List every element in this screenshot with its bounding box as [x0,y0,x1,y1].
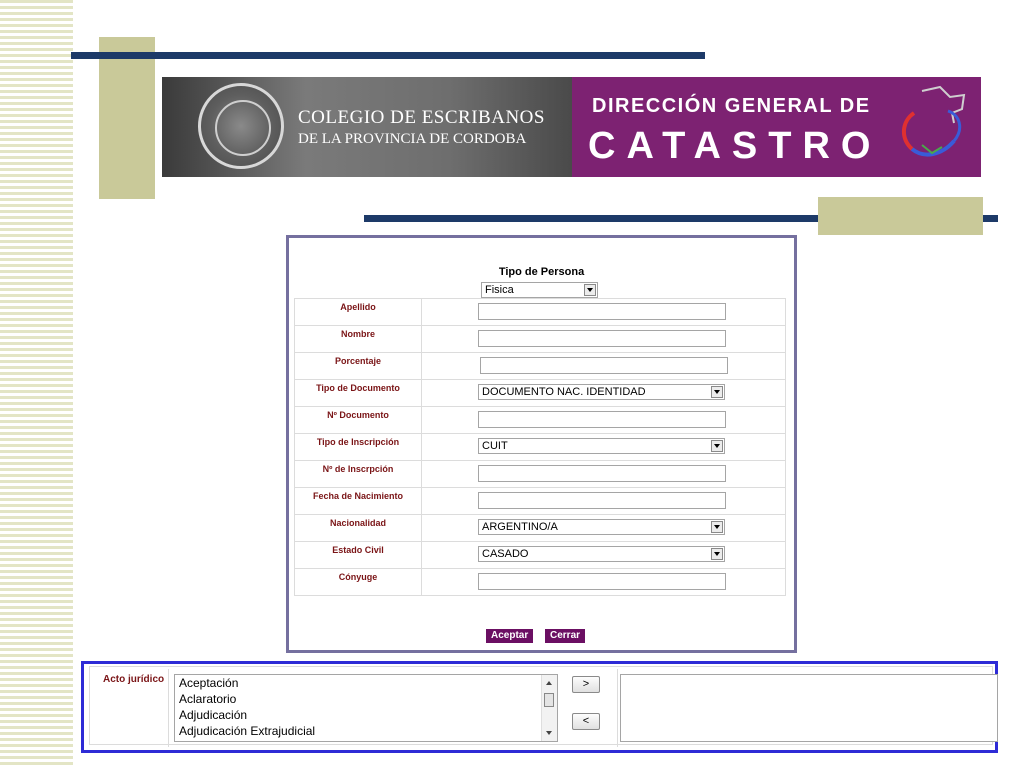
colegio-title-line1: COLEGIO DE ESCRIBANOS [298,107,545,128]
chevron-down-icon [711,440,723,452]
chevron-down-icon [584,284,596,296]
form-row-tipo-documento: Tipo de Documento DOCUMENTO NAC. IDENTID… [294,379,786,407]
nro-inscripcion-label: Nº de Inscrpción [294,460,422,488]
list-item[interactable]: Aclaratorio [175,691,557,707]
nacionalidad-value: ARGENTINO/A [482,521,558,533]
fecha-nacimiento-label: Fecha de Nacimiento [294,487,422,515]
decorative-navy-bar-top [71,52,705,59]
decorative-olive-block-right [818,197,983,235]
chevron-down-icon [711,386,723,398]
form-row-apellido: Apellido [294,298,786,326]
tipo-persona-label: Tipo de Persona [498,266,585,278]
form-row-conyuge: Cónyuge [294,568,786,596]
porcentaje-input[interactable] [480,357,728,374]
list-item[interactable]: Aceptación [175,675,557,691]
fecha-nacimiento-input[interactable] [478,492,726,509]
apellido-input[interactable] [478,303,726,320]
form-row-nombre: Nombre [294,325,786,353]
tipo-documento-select[interactable]: DOCUMENTO NAC. IDENTIDAD [478,384,725,400]
acto-juridico-panel: Acto jurídico Aceptación Aclaratorio Adj… [81,661,998,753]
tipo-persona-select[interactable]: Fisica [481,282,598,298]
estado-civil-value: CASADO [482,548,529,560]
chevron-down-icon [711,548,723,560]
catastro-map-icon [902,85,966,157]
estado-civil-select[interactable]: CASADO [478,546,725,562]
form-row-porcentaje: Porcentaje [294,352,786,380]
form-row-nacionalidad: Nacionalidad ARGENTINO/A [294,514,786,542]
chevron-down-icon [711,521,723,533]
colegio-seal-icon [198,83,284,169]
nombre-label: Nombre [294,325,422,353]
form-row-fecha-nacimiento: Fecha de Nacimiento [294,487,786,515]
header-banner: COLEGIO DE ESCRIBANOS DE LA PROVINCIA DE… [162,77,981,177]
form-row-nro-inscripcion: Nº de Inscrpción [294,460,786,488]
decorative-stripes [0,0,73,768]
porcentaje-label: Porcentaje [294,352,422,380]
catastro-logo-panel: DIRECCIÓN GENERAL DE CATASTRO [572,77,981,177]
colegio-logo-panel: COLEGIO DE ESCRIBANOS DE LA PROVINCIA DE… [162,77,572,177]
tipo-documento-label: Tipo de Documento [294,379,422,407]
listbox-scrollbar[interactable] [541,675,557,741]
acto-juridico-label: Acto jurídico [103,674,165,685]
tipo-inscripcion-select[interactable]: CUIT [478,438,725,454]
nro-documento-input[interactable] [478,411,726,428]
remove-acto-button[interactable]: < [572,713,600,730]
nro-inscripcion-input[interactable] [478,465,726,482]
list-item[interactable]: Adjudicación [175,707,557,723]
nombre-input[interactable] [478,330,726,347]
estado-civil-label: Estado Civil [294,541,422,569]
persona-form-table: Apellido Nombre Porcentaje Tipo de Docum… [294,298,786,596]
divider [617,669,618,747]
list-item[interactable]: Adjudicación Extrajudicial [175,723,557,739]
add-acto-button[interactable]: > [572,676,600,693]
conyuge-input[interactable] [478,573,726,590]
form-row-tipo-inscripcion: Tipo de Inscripción CUIT [294,433,786,461]
aceptar-button[interactable]: Aceptar [486,629,534,643]
tipo-inscripcion-value: CUIT [482,440,508,452]
acto-juridico-listbox[interactable]: Aceptación Aclaratorio Adjudicación Adju… [174,674,558,742]
decorative-olive-block-left [99,37,155,199]
scroll-up-icon[interactable] [546,681,552,685]
cerrar-button[interactable]: Cerrar [545,629,586,643]
tipo-inscripcion-label: Tipo de Inscripción [294,433,422,461]
tipo-documento-value: DOCUMENTO NAC. IDENTIDAD [482,386,646,398]
dgc-title-line2: CATASTRO [588,125,882,167]
conyuge-label: Cónyuge [294,568,422,596]
tipo-persona-value: Fisica [485,284,514,296]
nro-documento-label: Nº Documento [294,406,422,434]
scroll-down-icon[interactable] [546,731,552,735]
form-row-nro-documento: Nº Documento [294,406,786,434]
nacionalidad-select[interactable]: ARGENTINO/A [478,519,725,535]
nacionalidad-label: Nacionalidad [294,514,422,542]
colegio-title-line2: DE LA PROVINCIA DE CORDOBA [298,131,527,147]
apellido-label: Apellido [294,298,422,326]
form-row-estado-civil: Estado Civil CASADO [294,541,786,569]
persona-form-panel: Tipo de Persona Fisica Apellido Nombre P… [286,235,797,653]
scroll-thumb[interactable] [544,693,554,707]
selected-actos-listbox[interactable] [620,674,998,742]
dgc-title-line1: DIRECCIÓN GENERAL DE [592,95,871,117]
divider [168,669,169,747]
